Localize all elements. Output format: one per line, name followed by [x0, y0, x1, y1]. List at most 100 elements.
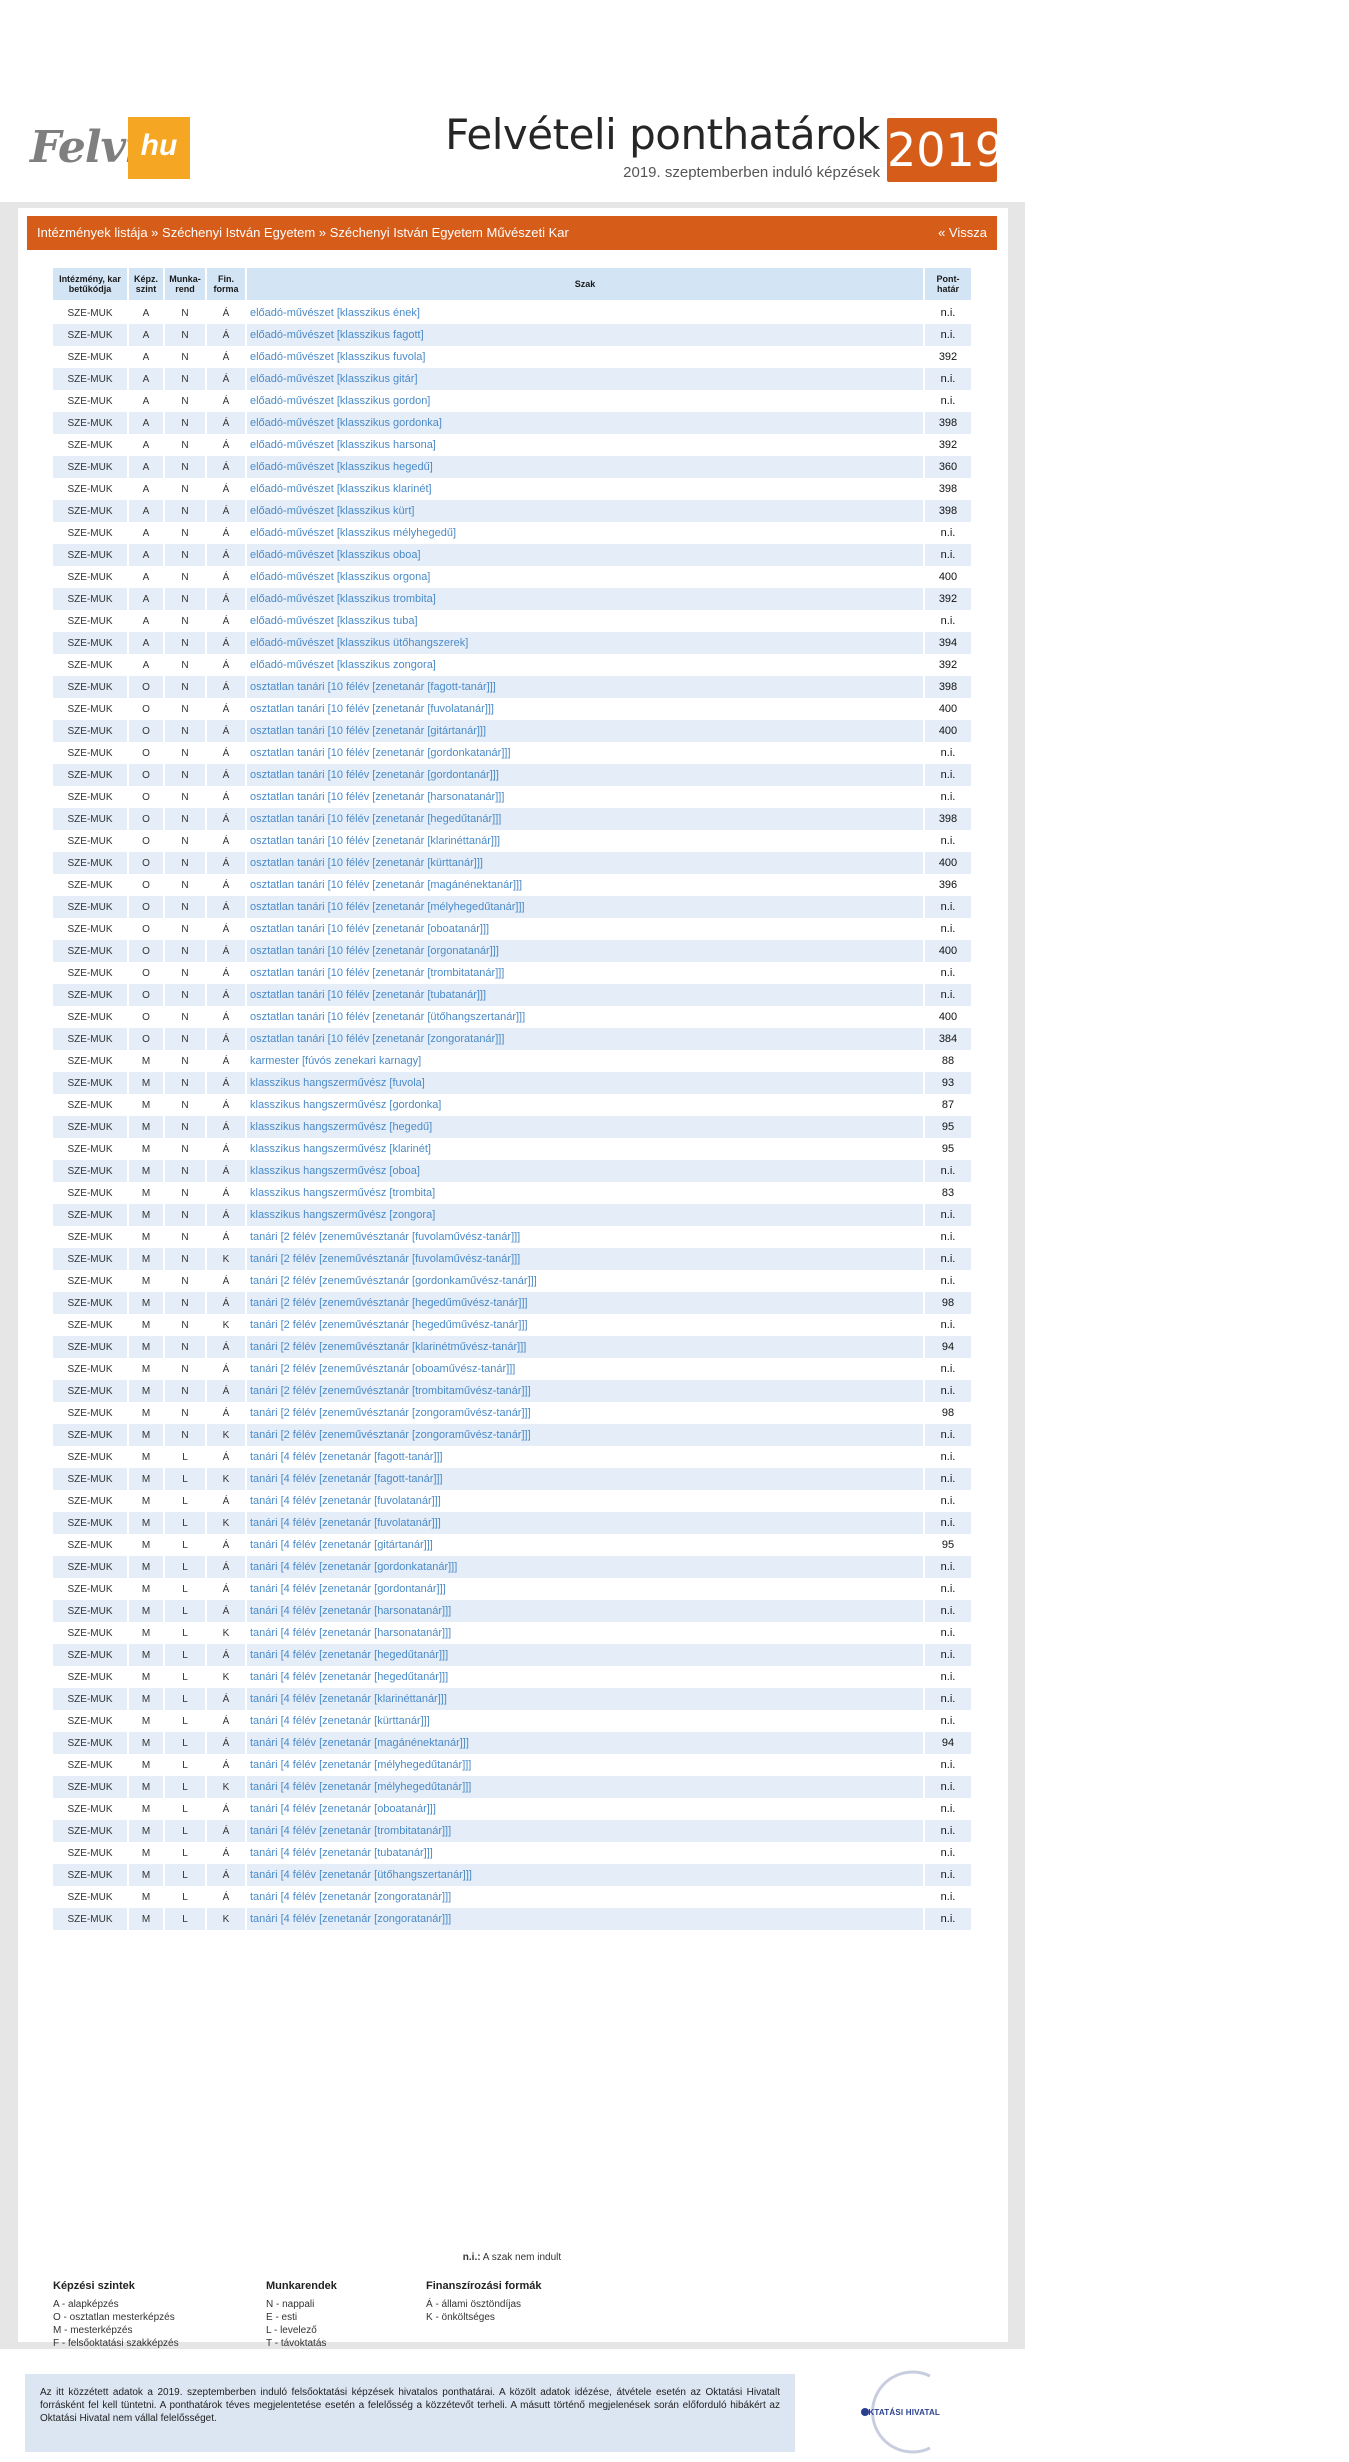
cell-program[interactable]: osztatlan tanári [10 félév [zenetanár [o…	[245, 918, 925, 940]
cell-program[interactable]: tanári [2 félév [zeneművésztanár [zongor…	[245, 1402, 925, 1424]
legend-item: K - önköltséges	[426, 2312, 495, 2323]
cell-program[interactable]: előadó-művészet [klasszikus fuvola]	[245, 346, 925, 368]
cell-program[interactable]: tanári [4 félév [zenetanár [klarinéttaná…	[245, 1688, 925, 1710]
breadcrumb-university-link[interactable]: Széchenyi István Egyetem	[162, 225, 315, 240]
cell-program[interactable]: tanári [4 félév [zenetanár [gordonkataná…	[245, 1556, 925, 1578]
cell-program[interactable]: előadó-művészet [klasszikus harsona]	[245, 434, 925, 456]
cell-program[interactable]: tanári [4 félév [zenetanár [zongoratanár…	[245, 1886, 925, 1908]
cell-program[interactable]: osztatlan tanári [10 félév [zenetanár [g…	[245, 720, 925, 742]
cell-program[interactable]: karmester [fúvós zenekari karnagy]	[245, 1050, 925, 1072]
cell-program[interactable]: osztatlan tanári [10 félév [zenetanár [m…	[245, 874, 925, 896]
cell-program[interactable]: osztatlan tanári [10 félév [zenetanár [m…	[245, 896, 925, 918]
cell-program[interactable]: előadó-művészet [klasszikus oboa]	[245, 544, 925, 566]
cell-program[interactable]: tanári [4 félév [zenetanár [fuvolatanár]…	[245, 1512, 925, 1534]
cell-program[interactable]: előadó-művészet [klasszikus gitár]	[245, 368, 925, 390]
cell-program[interactable]: klasszikus hangszerművész [gordonka]	[245, 1094, 925, 1116]
table-row: SZE-MUK O N Áosztatlan tanári [10 félév [ze…	[51, 742, 973, 764]
cell-schedule: L	[163, 1798, 207, 1820]
cell-program[interactable]: előadó-művészet [klasszikus zongora]	[245, 654, 925, 676]
cell-program[interactable]: tanári [4 félév [zenetanár [fuvolatanár]…	[245, 1490, 925, 1512]
cell-program[interactable]: klasszikus hangszerművész [zongora]	[245, 1204, 925, 1226]
cell-program[interactable]: tanári [2 félév [zeneművésztanár [zongor…	[245, 1424, 925, 1446]
cell-code: SZE-MUK	[51, 1380, 129, 1402]
cell-code: SZE-MUK	[51, 1842, 129, 1864]
cell-program[interactable]: tanári [2 félév [zeneművésztanár [gordon…	[245, 1270, 925, 1292]
cell-program[interactable]: osztatlan tanári [10 félév [zenetanár [k…	[245, 830, 925, 852]
cell-program[interactable]: osztatlan tanári [10 félév [zenetanár [h…	[245, 808, 925, 830]
cell-program[interactable]: tanári [2 félév [zeneművésztanár [hegedű…	[245, 1314, 925, 1336]
cell-program[interactable]: tanári [4 félév [zenetanár [fagott-tanár…	[245, 1446, 925, 1468]
cell-level: M	[127, 1468, 165, 1490]
cell-program[interactable]: tanári [2 félév [zeneművésztanár [fuvola…	[245, 1226, 925, 1248]
cell-program[interactable]: tanári [4 félév [zenetanár [zongoratanár…	[245, 1908, 925, 1930]
cell-program[interactable]: tanári [2 félév [zeneművésztanár [fuvola…	[245, 1248, 925, 1270]
cell-program[interactable]: klasszikus hangszerművész [oboa]	[245, 1160, 925, 1182]
cell-program[interactable]: tanári [2 félév [zeneművésztanár [klarin…	[245, 1336, 925, 1358]
cell-program[interactable]: előadó-művészet [klasszikus ének]	[245, 301, 925, 324]
table-row: SZE-MUK M L Ktanári [4 félév [zenetanár [he…	[51, 1666, 973, 1688]
cell-threshold: n.i.	[923, 1556, 973, 1578]
cell-threshold: n.i.	[923, 1226, 973, 1248]
cell-program[interactable]: tanári [4 félév [zenetanár [hegedűtanár]…	[245, 1666, 925, 1688]
cell-threshold: n.i.	[923, 896, 973, 918]
cell-program[interactable]: tanári [2 félév [zeneművésztanár [trombi…	[245, 1380, 925, 1402]
cell-program[interactable]: előadó-művészet [klasszikus kürt]	[245, 500, 925, 522]
cell-program[interactable]: tanári [2 félév [zeneművésztanár [oboamű…	[245, 1358, 925, 1380]
cell-program[interactable]: osztatlan tanári [10 félév [zenetanár [z…	[245, 1028, 925, 1050]
cell-program[interactable]: osztatlan tanári [10 félév [zenetanár [f…	[245, 676, 925, 698]
cell-threshold: n.i.	[923, 742, 973, 764]
cell-program[interactable]: tanári [4 félév [zenetanár [tubatanár]]]	[245, 1842, 925, 1864]
cell-program[interactable]: osztatlan tanári [10 félév [zenetanár [g…	[245, 764, 925, 786]
cell-program[interactable]: előadó-művészet [klasszikus klarinét]	[245, 478, 925, 500]
cell-program[interactable]: előadó-művészet [klasszikus tuba]	[245, 610, 925, 632]
cell-schedule: L	[163, 1622, 207, 1644]
table-row: SZE-MUK A N Áelőadó-művészet [klasszikus or…	[51, 566, 973, 588]
cell-program[interactable]: tanári [4 félév [zenetanár [mélyhegedűta…	[245, 1754, 925, 1776]
cell-program[interactable]: tanári [2 félév [zeneművésztanár [hegedű…	[245, 1292, 925, 1314]
cell-level: A	[127, 544, 165, 566]
cell-program[interactable]: tanári [4 félév [zenetanár [mélyhegedűta…	[245, 1776, 925, 1798]
cell-program[interactable]: előadó-művészet [klasszikus ütőhangszere…	[245, 632, 925, 654]
cell-program[interactable]: tanári [4 félév [zenetanár [kürttanár]]]	[245, 1710, 925, 1732]
cell-program[interactable]: osztatlan tanári [10 félév [zenetanár [t…	[245, 984, 925, 1006]
cell-funding: Á	[205, 1688, 247, 1710]
cell-program[interactable]: osztatlan tanári [10 félév [zenetanár [h…	[245, 786, 925, 808]
cell-program[interactable]: klasszikus hangszerművész [klarinét]	[245, 1138, 925, 1160]
cell-program[interactable]: osztatlan tanári [10 félév [zenetanár [ü…	[245, 1006, 925, 1028]
cell-program[interactable]: tanári [4 félév [zenetanár [hegedűtanár]…	[245, 1644, 925, 1666]
cell-program[interactable]: előadó-művészet [klasszikus orgona]	[245, 566, 925, 588]
cell-program[interactable]: tanári [4 félév [zenetanár [fagott-tanár…	[245, 1468, 925, 1490]
cell-schedule: N	[163, 1424, 207, 1446]
cell-program[interactable]: osztatlan tanári [10 félév [zenetanár [f…	[245, 698, 925, 720]
breadcrumb-institutions-link[interactable]: Intézmények listája	[37, 225, 148, 240]
cell-program[interactable]: tanári [4 félév [zenetanár [trombitataná…	[245, 1820, 925, 1842]
cell-program[interactable]: klasszikus hangszerművész [hegedű]	[245, 1116, 925, 1138]
cell-threshold: 400	[923, 852, 973, 874]
cell-program[interactable]: előadó-művészet [klasszikus trombita]	[245, 588, 925, 610]
cell-funding: Á	[205, 1094, 247, 1116]
cell-program[interactable]: tanári [4 félév [zenetanár [harsonatanár…	[245, 1600, 925, 1622]
cell-code: SZE-MUK	[51, 1028, 129, 1050]
cell-level: M	[127, 1138, 165, 1160]
cell-program[interactable]: klasszikus hangszerművész [trombita]	[245, 1182, 925, 1204]
cell-program[interactable]: klasszikus hangszerművész [fuvola]	[245, 1072, 925, 1094]
back-link[interactable]: « Vissza	[938, 216, 987, 250]
cell-program[interactable]: osztatlan tanári [10 félév [zenetanár [k…	[245, 852, 925, 874]
cell-program[interactable]: tanári [4 félév [zenetanár [harsonatanár…	[245, 1622, 925, 1644]
cell-program[interactable]: tanári [4 félév [zenetanár [gordontanár]…	[245, 1578, 925, 1600]
cell-program[interactable]: előadó-művészet [klasszikus hegedű]	[245, 456, 925, 478]
felvi-logo[interactable]: Felvi hu	[30, 117, 190, 179]
cell-program[interactable]: osztatlan tanári [10 félév [zenetanár [t…	[245, 962, 925, 984]
cell-program[interactable]: előadó-művészet [klasszikus mélyhegedű]	[245, 522, 925, 544]
cell-program[interactable]: tanári [4 félév [zenetanár [oboatanár]]]	[245, 1798, 925, 1820]
cell-level: A	[127, 632, 165, 654]
cell-program[interactable]: előadó-művészet [klasszikus gordon]	[245, 390, 925, 412]
cell-program[interactable]: tanári [4 félév [zenetanár [magánénektan…	[245, 1732, 925, 1754]
cell-program[interactable]: előadó-művészet [klasszikus gordonka]	[245, 412, 925, 434]
table-row: SZE-MUK M L Átanári [4 félév [zenetanár [üt…	[51, 1864, 973, 1886]
cell-program[interactable]: előadó-művészet [klasszikus fagott]	[245, 324, 925, 346]
cell-program[interactable]: tanári [4 félév [zenetanár [ütőhangszert…	[245, 1864, 925, 1886]
cell-program[interactable]: tanári [4 félév [zenetanár [gitártanár]]…	[245, 1534, 925, 1556]
cell-program[interactable]: osztatlan tanári [10 félév [zenetanár [o…	[245, 940, 925, 962]
cell-program[interactable]: osztatlan tanári [10 félév [zenetanár [g…	[245, 742, 925, 764]
